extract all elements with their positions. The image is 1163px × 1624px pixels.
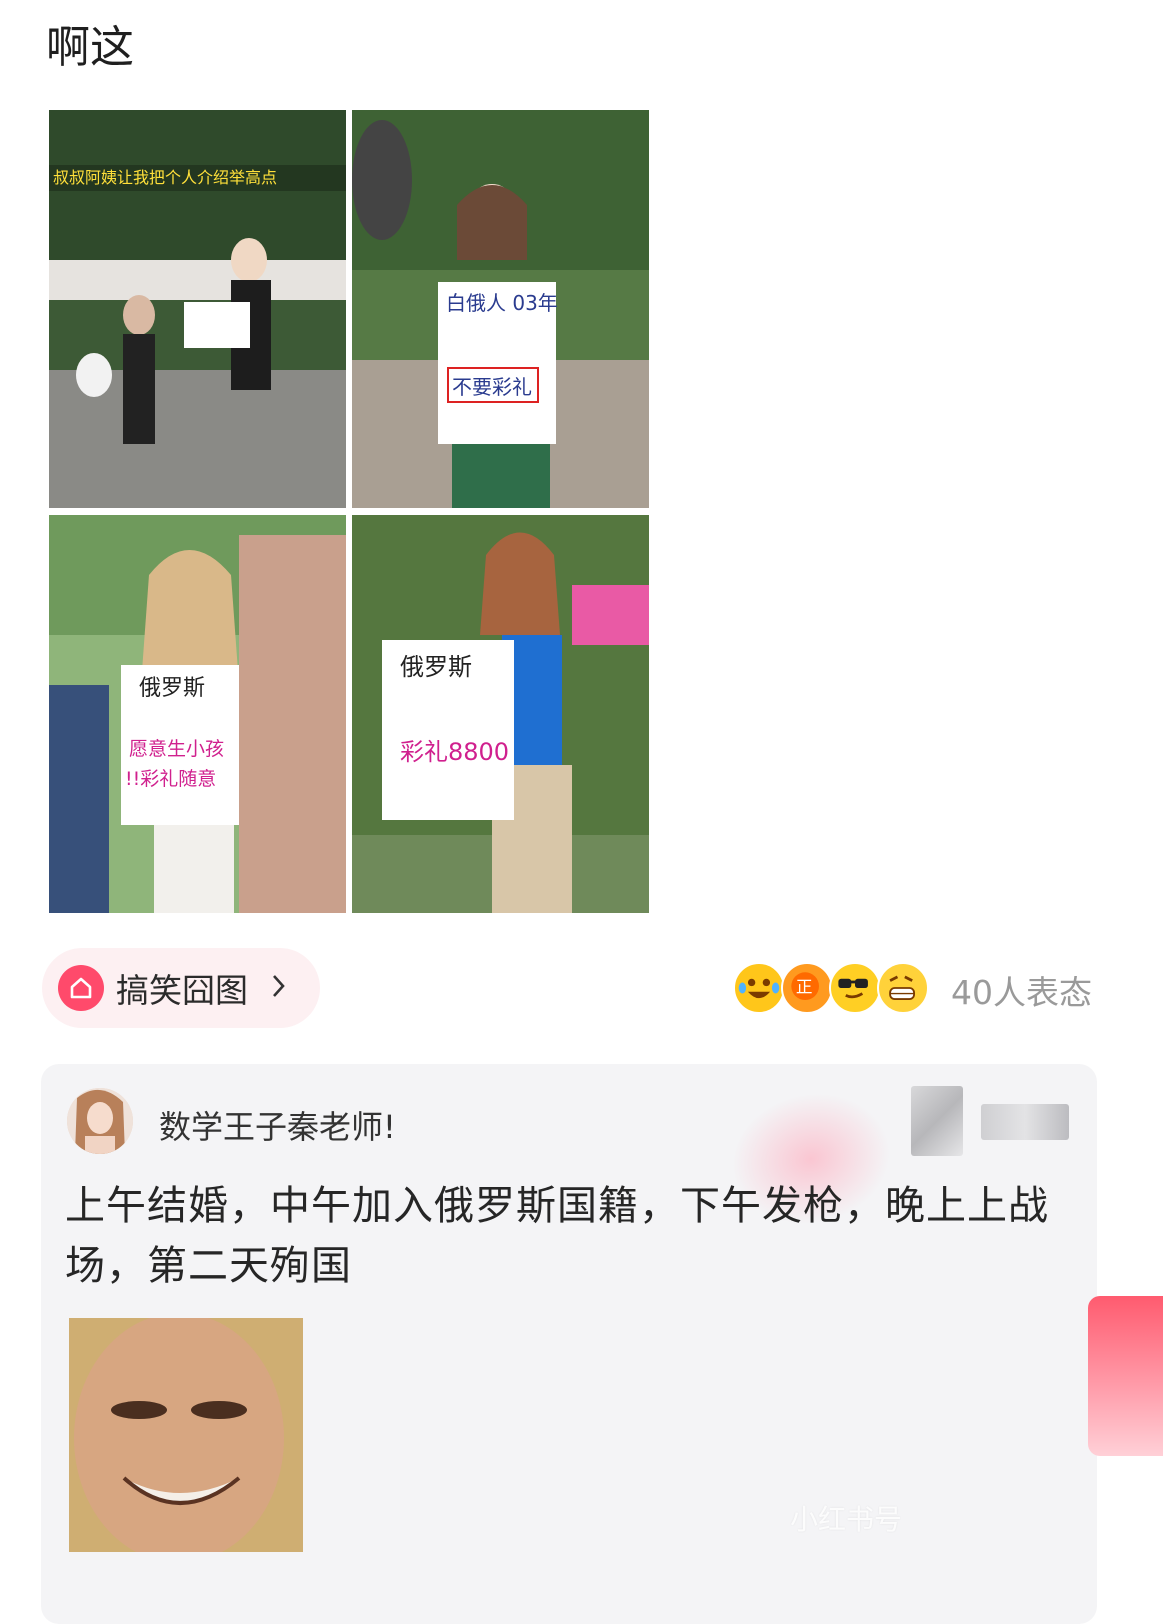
watermark-text: 小红书号 <box>790 1503 903 1536</box>
grin-emoji-icon <box>877 962 929 1014</box>
post-title: 啊这 <box>46 22 134 73</box>
reaction-count[interactable]: 40人表态 <box>951 966 1092 1014</box>
photo-4-image: 俄罗斯 彩礼8800 <box>352 515 649 913</box>
svg-text:正: 正 <box>796 978 813 997</box>
comment-text: 上午结婚，中午加入俄罗斯国籍，下午发枪，晚上上战场，第二天殉国 <box>65 1183 1049 1289</box>
topic-tag-button[interactable]: 搞笑囧图 <box>42 948 320 1028</box>
zheng-badge-emoji-icon: 正 <box>781 962 833 1014</box>
comment-image[interactable] <box>69 1318 303 1552</box>
home-icon <box>58 965 104 1011</box>
svg-text:不要彩礼: 不要彩礼 <box>452 375 532 399</box>
reaction-emojis[interactable]: 正 <box>733 962 933 1018</box>
top-comment-card[interactable]: 数学王子秦老师! 上午结婚，中午加入俄罗斯国籍，下午发枪，晚上上战场，第二天殉国 <box>41 1064 1097 1624</box>
post-photo-1[interactable]: 叔叔阿姨让我把个人介绍举高点 <box>49 110 346 508</box>
blurred-element <box>911 1086 963 1156</box>
blurred-element <box>981 1104 1069 1140</box>
photo-1-image: 叔叔阿姨让我把个人介绍举高点 <box>49 110 346 508</box>
laugh-cry-emoji-icon <box>733 962 785 1014</box>
avatar[interactable] <box>67 1088 133 1154</box>
comment-username[interactable]: 数学王子秦老师! <box>159 1102 396 1148</box>
photo-grid[interactable]: 叔叔阿姨让我把个人介绍举高点 白俄人 03年 不要彩礼 俄罗斯 愿意生小孩 !!… <box>49 110 649 913</box>
svg-text:!!彩礼随意: !!彩礼随意 <box>125 768 216 790</box>
svg-text:俄罗斯: 俄罗斯 <box>139 676 205 701</box>
topic-label: 搞笑囧图 <box>116 971 248 1010</box>
svg-text:愿意生小孩: 愿意生小孩 <box>129 738 224 760</box>
photo-3-image: 俄罗斯 愿意生小孩 !!彩礼随意 <box>49 515 346 913</box>
chevron-right-icon <box>270 972 288 1004</box>
svg-text:彩礼8800: 彩礼8800 <box>400 738 509 766</box>
sunglasses-emoji-icon <box>829 962 881 1014</box>
post-photo-2[interactable]: 白俄人 03年 不要彩礼 <box>352 110 649 508</box>
photo-1-caption: 叔叔阿姨让我把个人介绍举高点 <box>53 168 277 187</box>
post-photo-3[interactable]: 俄罗斯 愿意生小孩 !!彩礼随意 <box>49 515 346 913</box>
floating-side-widget[interactable] <box>1088 1296 1163 1456</box>
svg-text:白俄人 03年: 白俄人 03年 <box>446 291 558 315</box>
svg-text:俄罗斯: 俄罗斯 <box>400 653 472 681</box>
photo-2-image: 白俄人 03年 不要彩礼 <box>352 110 649 508</box>
post-photo-4[interactable]: 俄罗斯 彩礼8800 <box>352 515 649 913</box>
